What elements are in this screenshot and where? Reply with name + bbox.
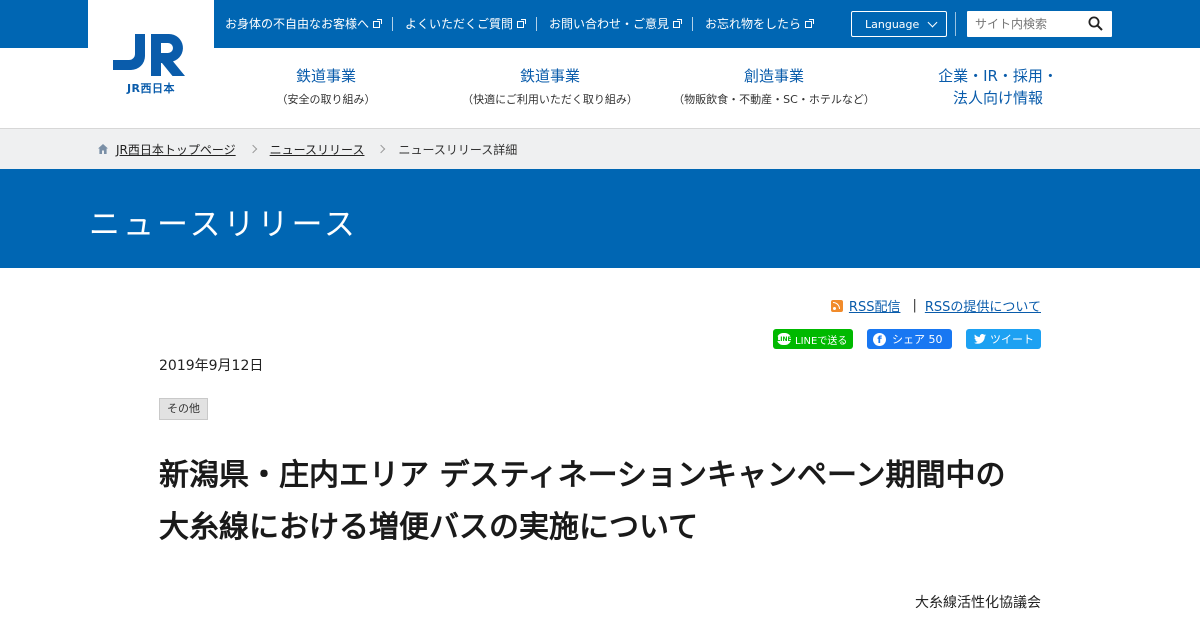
external-link-icon [517, 18, 527, 28]
line-share-button[interactable]: LINE LINEで送る [773, 329, 853, 349]
search-input[interactable] [967, 11, 1082, 37]
tweet-button[interactable]: ツイート [966, 329, 1041, 349]
chevron-right-icon [248, 144, 257, 154]
tweet-label: ツイート [990, 333, 1034, 346]
share-buttons: LINE LINEで送る f シェア 50 ツイート [773, 329, 1041, 349]
util-link-lost-items[interactable]: お忘れ物をしたら [692, 17, 824, 31]
gnav-main-label: 企業・IR・採用・ 法人向け情報 [938, 67, 1058, 107]
gnav-railway-safety[interactable]: 鉄道事業 （安全の取り組み） [214, 48, 438, 128]
language-dropdown[interactable]: Language [851, 11, 947, 37]
line-icon: LINE [776, 333, 792, 345]
util-link-faq[interactable]: よくいただくご質問 [392, 17, 536, 31]
jr-west-logo[interactable]: JR西日本 [88, 0, 214, 128]
article-title-line-1: 新潟県・庄内エリア デスティネーションキャンペーン期間中の [159, 458, 1006, 493]
line-share-label: LINEで送る [795, 335, 848, 347]
external-link-icon [673, 18, 683, 28]
site-search [967, 11, 1112, 37]
rss-feed-link[interactable]: RSS配信 [849, 296, 901, 315]
rss-icon [830, 299, 843, 312]
search-icon[interactable] [1088, 16, 1103, 31]
article-title-line-2: 大糸線における増便バスの実施について [159, 510, 699, 545]
header-divider [955, 12, 956, 36]
breadcrumb-link-news[interactable]: ニュースリリース [270, 141, 365, 158]
chevron-down-icon [927, 17, 938, 28]
gnav-sub-label: （快適にご利用いただく取り組み） [462, 93, 638, 106]
external-link-icon [805, 18, 815, 28]
jr-logo-mark [113, 34, 185, 76]
rss-about-link[interactable]: RSSの提供について [925, 296, 1041, 315]
gnav-main-label: 鉄道事業 [295, 67, 356, 85]
gnav-corporate-info[interactable]: 企業・IR・採用・ 法人向け情報 [886, 48, 1110, 128]
rss-links: RSS配信 | RSSの提供について [830, 296, 1041, 315]
breadcrumb-link-top[interactable]: JR西日本トップページ [116, 141, 236, 158]
facebook-share-label: シェア 50 [892, 333, 943, 346]
article-date: 2019年9月12日 [159, 358, 264, 374]
chevron-right-icon [377, 144, 386, 154]
gnav-business-creation[interactable]: 創造事業 （物販飲食・不動産・SC・ホテルなど） [662, 48, 886, 128]
gnav-sub-label: （安全の取り組み） [276, 93, 376, 106]
page-title: ニュースリリース [89, 207, 358, 243]
logo-caption: JR西日本 [126, 82, 176, 95]
rss-divider: | [912, 298, 917, 313]
facebook-share-button[interactable]: f シェア 50 [867, 329, 952, 349]
breadcrumb-current: ニュースリリース詳細 [398, 142, 518, 157]
util-link-label: お身体の不自由なお客様へ [225, 17, 370, 31]
gnav-railway-comfort[interactable]: 鉄道事業 （快適にご利用いただく取り組み） [438, 48, 662, 128]
facebook-icon: f [873, 332, 886, 346]
utility-links: お身体の不自由なお客様へ よくいただくご質問 お問い合わせ・ご意見 お忘れ物をし… [214, 0, 824, 48]
external-link-icon [373, 18, 383, 28]
language-label: Language [865, 17, 920, 31]
home-icon [98, 144, 108, 154]
breadcrumb: JR西日本トップページ ニュースリリース ニュースリリース詳細 [0, 129, 1200, 169]
util-link-label: お問い合わせ・ご意見 [549, 17, 670, 31]
article-title: 新潟県・庄内エリア デスティネーションキャンペーン期間中の 大糸線における増便バ… [159, 450, 1049, 554]
util-link-accessibility[interactable]: お身体の不自由なお客様へ [214, 17, 392, 31]
twitter-bird-icon [974, 334, 986, 344]
global-navigation: 鉄道事業 （安全の取り組み） 鉄道事業 （快適にご利用いただく取り組み） 創造事… [214, 48, 1200, 128]
util-link-label: お忘れ物をしたら [705, 17, 802, 31]
gnav-sub-label: （物販飲食・不動産・SC・ホテルなど） [673, 93, 875, 106]
page-banner: ニュースリリース [0, 169, 1200, 268]
util-link-contact[interactable]: お問い合わせ・ご意見 [536, 17, 692, 31]
util-link-label: よくいただくご質問 [405, 17, 514, 31]
category-tag: その他 [159, 398, 208, 420]
gnav-main-label: 創造事業 [743, 67, 804, 85]
issuing-organization: 大糸線活性化協議会 [915, 595, 1041, 611]
gnav-main-label: 鉄道事業 [519, 67, 580, 85]
